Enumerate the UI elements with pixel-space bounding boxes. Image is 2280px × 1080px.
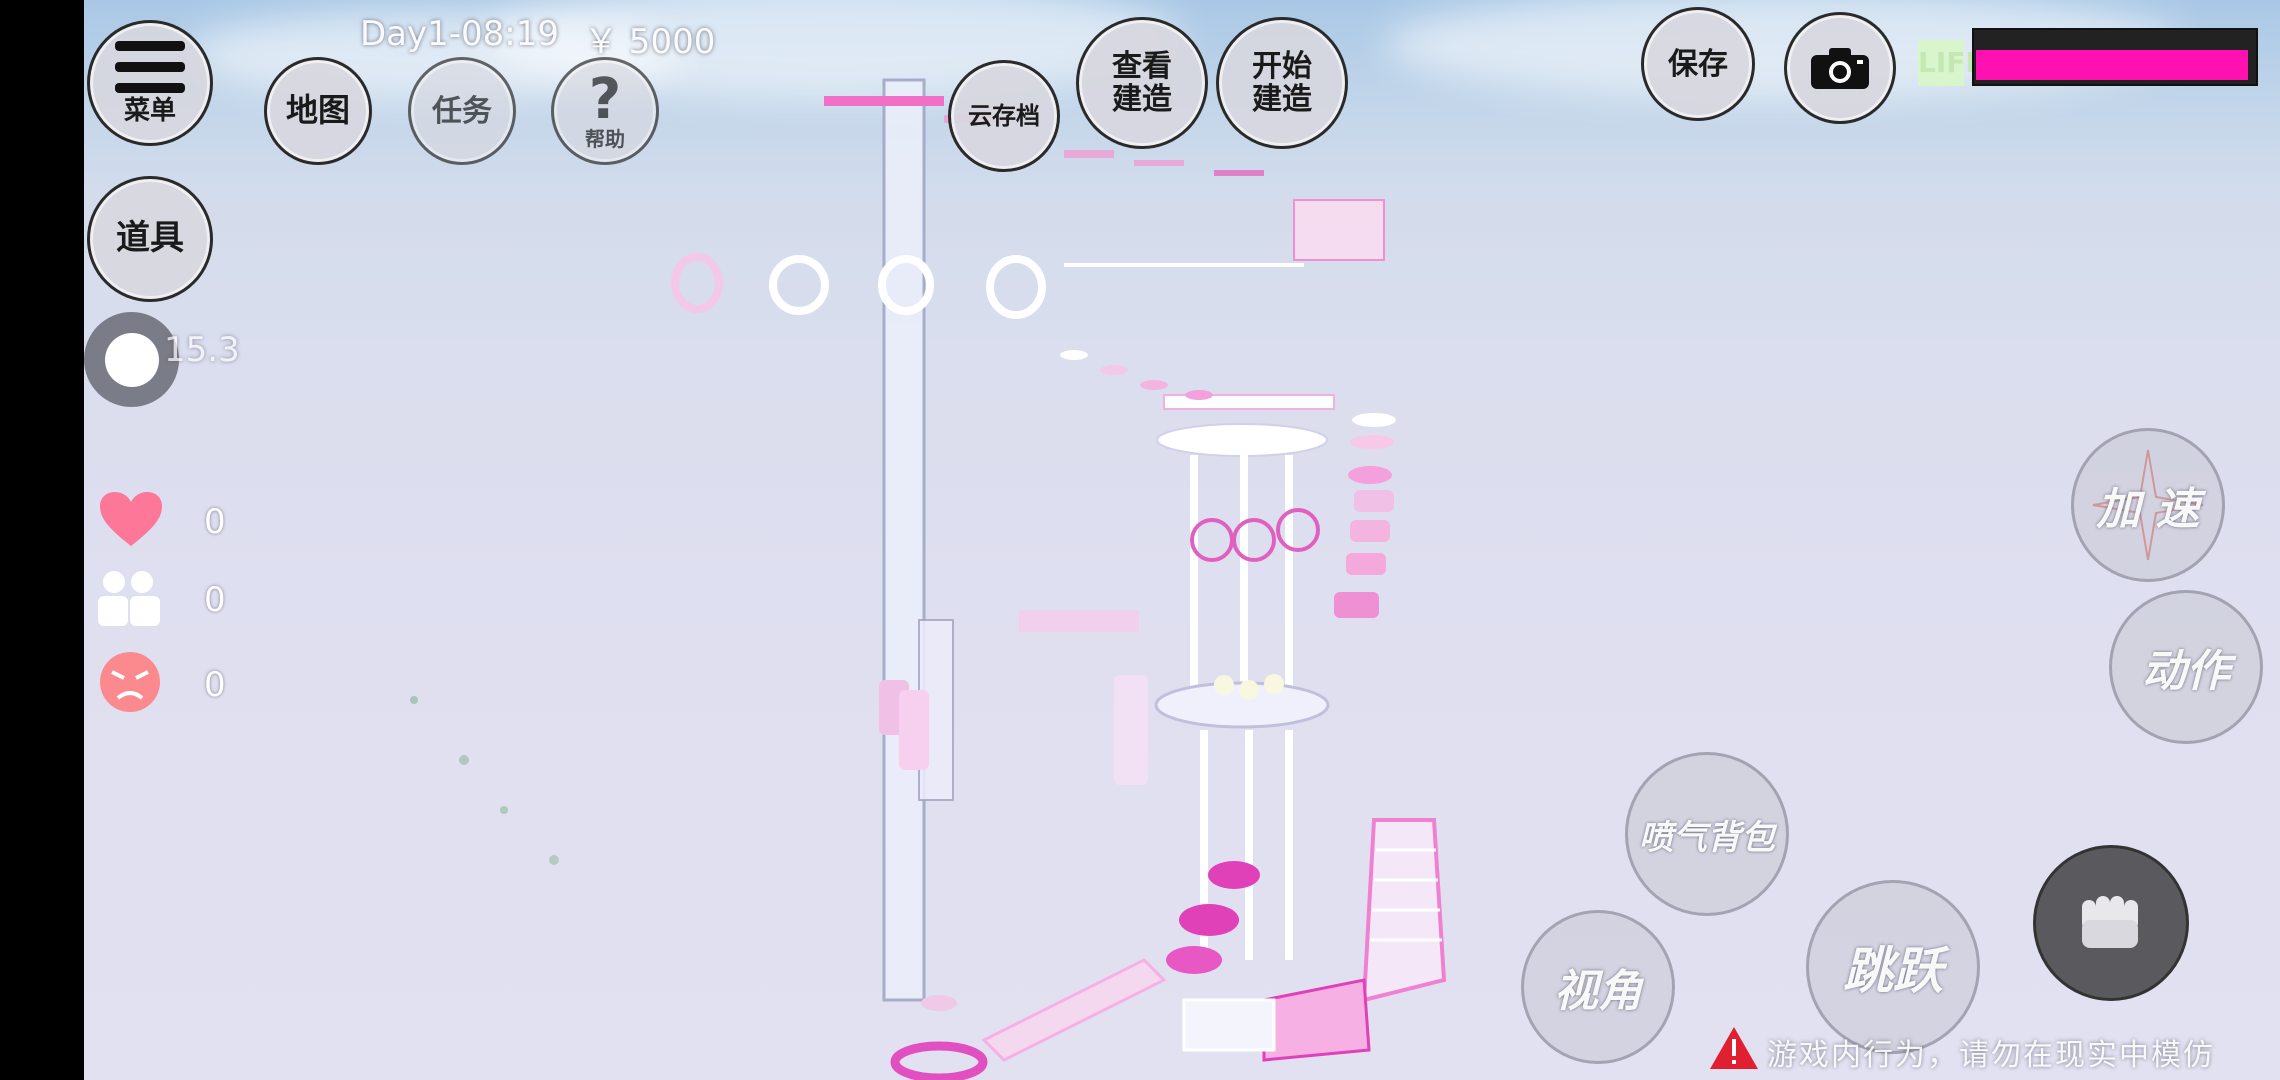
save-label: 保存 [1668, 46, 1728, 82]
start-build-button[interactable]: 开始 建造 [1216, 17, 1348, 149]
help-label: 帮助 [585, 127, 625, 151]
speed-value: 15.3 [164, 330, 240, 370]
money-display: ￥ 5000 [584, 22, 716, 62]
map-button[interactable]: 地图 [264, 57, 372, 165]
accelerate-label: 加 速 [2096, 484, 2200, 535]
view-build-button[interactable]: 查看 建造 [1076, 17, 1208, 149]
task-label: 任务 [432, 93, 492, 129]
help-button[interactable]: ? 帮助 [551, 57, 659, 165]
camera-icon [1811, 48, 1869, 89]
jetpack-button[interactable]: 喷气背包 [1625, 752, 1789, 916]
camera-angle-label: 视角 [1554, 966, 1642, 1017]
items-label: 道具 [116, 218, 184, 259]
menu-button[interactable]: 菜单 [87, 20, 213, 146]
friends-icon [96, 568, 162, 628]
jump-button[interactable]: 跳跃 [1806, 880, 1980, 1054]
warning-icon [1708, 1025, 1760, 1071]
menu-label: 菜单 [123, 95, 176, 126]
anger-count: 0 [204, 665, 226, 705]
heart-icon [98, 490, 164, 550]
hearts-count: 0 [204, 502, 226, 542]
items-button[interactable]: 道具 [87, 176, 213, 302]
angry-face-icon [98, 650, 162, 714]
accelerate-button[interactable]: 加 速 [2071, 428, 2225, 582]
task-button[interactable]: 任务 [408, 57, 516, 165]
punch-button[interactable] [2033, 845, 2189, 1001]
view-build-label: 查看 建造 [1112, 49, 1172, 117]
action-label: 动作 [2142, 646, 2230, 697]
camera-angle-button[interactable]: 视角 [1521, 910, 1675, 1064]
map-label: 地图 [285, 91, 350, 130]
life-bar [1972, 28, 2258, 86]
cloud-save-label: 云存档 [968, 101, 1040, 130]
jetpack-label: 喷气背包 [1639, 817, 1775, 858]
game-scene[interactable]: Day1-08:19 ￥ 5000 菜单 地图 任务 ? 帮助 道具 15.3 … [84, 0, 2280, 1080]
friends-count: 0 [204, 580, 226, 620]
camera-button[interactable] [1784, 12, 1896, 124]
question-icon: ? [588, 67, 622, 132]
day-time-display: Day1-08:19 [360, 14, 560, 54]
cloud-save-button[interactable]: 云存档 [948, 60, 1060, 172]
start-build-label: 开始 建造 [1252, 49, 1312, 117]
speed-knob [104, 332, 159, 387]
warning-text: 游戏内行为，请勿在现实中模仿 [1767, 1038, 2215, 1073]
life-label: LIFE [1918, 40, 1985, 86]
life-bar-fill [1976, 50, 2249, 80]
jump-label: 跳跃 [1843, 942, 1943, 1000]
hamburger-icon [115, 40, 185, 93]
fist-icon [2082, 896, 2138, 948]
save-button[interactable]: 保存 [1641, 7, 1755, 121]
action-button[interactable]: 动作 [2109, 590, 2263, 744]
